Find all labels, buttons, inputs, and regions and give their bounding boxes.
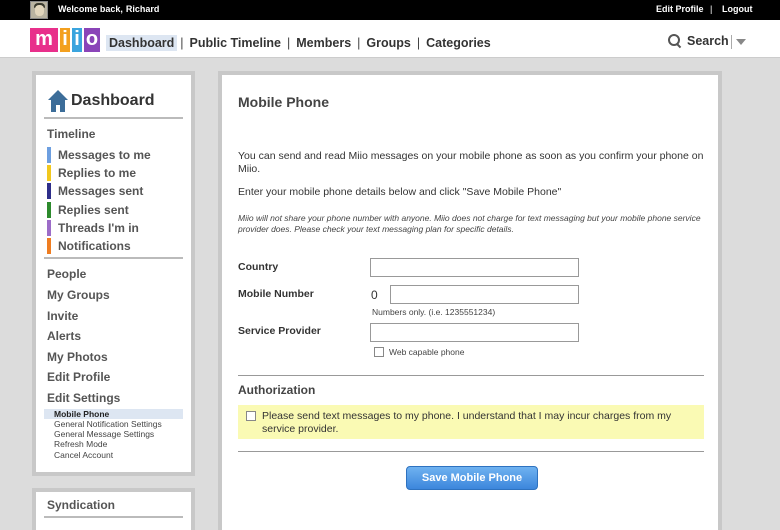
mobile-number-hint: Numbers only. (i.e. 1235551234) — [372, 307, 496, 317]
nav-separator: | — [416, 36, 421, 50]
logo-letter-i: i — [60, 28, 70, 52]
top-separator: | — [710, 4, 713, 14]
sidebar-item-my-groups[interactable]: My Groups — [44, 285, 183, 306]
syndication-title[interactable]: Syndication — [44, 498, 183, 518]
sidebar-item-my-photos[interactable]: My Photos — [44, 347, 183, 368]
welcome-text: Welcome back, — [58, 4, 123, 14]
mobile-number-field[interactable] — [390, 285, 579, 304]
main-panel: Mobile Phone You can send and read Miio … — [218, 71, 722, 530]
sidebar-divider — [44, 257, 183, 260]
chevron-down-icon[interactable] — [736, 39, 746, 45]
sidebar: Dashboard Timeline Messages to me Replie… — [32, 71, 195, 476]
country-label: Country — [238, 261, 279, 273]
page-title: Mobile Phone — [238, 94, 329, 110]
save-mobile-phone-button[interactable]: Save Mobile Phone — [406, 466, 538, 490]
sidebar-sub-cancel-account[interactable]: Cancel Account — [44, 450, 183, 460]
web-capable-label: Web capable phone — [389, 347, 465, 357]
sidebar-item-messages-to-me[interactable]: Messages to me — [47, 146, 183, 163]
section-divider — [238, 451, 704, 452]
sidebar-title-label: Dashboard — [71, 92, 155, 109]
sidebar-sub-refresh-mode[interactable]: Refresh Mode — [44, 439, 183, 449]
nav-groups[interactable]: Groups — [363, 35, 413, 51]
search-button[interactable]: Search — [668, 34, 729, 48]
sidebar-item-messages-sent[interactable]: Messages sent — [47, 183, 183, 200]
search-divider — [731, 35, 732, 49]
nav-separator: | — [287, 36, 291, 50]
sidebar-item-replies-to-me[interactable]: Replies to me — [47, 165, 183, 182]
sidebar-item-timeline[interactable]: Timeline — [44, 124, 183, 145]
sidebar-item-threads[interactable]: Threads I'm in — [47, 220, 183, 237]
username: Richard — [125, 4, 160, 14]
mobile-number-label: Mobile Number — [238, 288, 314, 300]
service-provider-label: Service Provider — [238, 325, 321, 337]
syndication-panel: Syndication — [32, 488, 195, 530]
nav-categories[interactable]: Categories — [423, 35, 494, 51]
section-divider — [238, 375, 704, 376]
logout-link[interactable]: Logout — [722, 4, 753, 14]
authorization-checkbox[interactable] — [246, 411, 256, 421]
logo-letter-i: i — [72, 28, 82, 52]
sidebar-item-invite[interactable]: Invite — [44, 306, 183, 327]
country-field[interactable] — [370, 258, 579, 277]
header: m i i o Dashboard | Public Timeline | Me… — [0, 20, 780, 58]
sidebar-item-replies-sent[interactable]: Replies sent — [47, 201, 183, 218]
sidebar-title[interactable]: Dashboard — [44, 85, 183, 119]
sidebar-sub-notification-settings[interactable]: General Notification Settings — [44, 419, 183, 429]
avatar[interactable] — [30, 1, 48, 19]
sidebar-item-edit-settings[interactable]: Edit Settings — [44, 388, 183, 409]
instructions-text: Enter your mobile phone details below an… — [238, 186, 562, 198]
welcome-message: Welcome back, Richard — [58, 4, 159, 14]
sidebar-item-alerts[interactable]: Alerts — [44, 326, 183, 347]
nav-separator: | — [357, 36, 361, 50]
web-capable-checkbox[interactable] — [374, 347, 384, 357]
sidebar-sub-mobile-phone[interactable]: Mobile Phone — [44, 408, 183, 419]
top-bar: Welcome back, Richard Edit Profile | Logo… — [0, 0, 780, 20]
nav-members[interactable]: Members — [293, 35, 354, 51]
logo-letter-m: m — [30, 28, 58, 52]
sidebar-item-notifications[interactable]: Notifications — [47, 238, 183, 255]
top-edit-profile-link[interactable]: Edit Profile — [656, 4, 704, 14]
miio-logo[interactable]: m i i o — [30, 28, 100, 52]
nav-dashboard[interactable]: Dashboard — [106, 35, 178, 51]
service-provider-field[interactable] — [370, 323, 579, 342]
main-nav: Dashboard | Public Timeline | Members | … — [106, 35, 494, 51]
authorization-title: Authorization — [238, 383, 316, 397]
logo-letter-o: o — [84, 28, 100, 52]
sidebar-sub-message-settings[interactable]: General Message Settings — [44, 429, 183, 439]
nav-separator: | — [180, 36, 184, 50]
nav-public-timeline[interactable]: Public Timeline — [187, 35, 284, 51]
authorization-text: Please send text messages to my phone. I… — [262, 410, 672, 435]
privacy-notice: Miio will not share your phone number wi… — [238, 213, 701, 234]
sidebar-item-people[interactable]: People — [44, 264, 183, 285]
search-icon — [668, 34, 682, 48]
search-label: Search — [687, 34, 729, 48]
mobile-prefix: 0 — [371, 288, 378, 302]
sidebar-item-edit-profile[interactable]: Edit Profile — [44, 367, 183, 388]
intro-text: You can send and read Miio messages on y… — [238, 150, 704, 175]
home-icon — [48, 90, 68, 112]
